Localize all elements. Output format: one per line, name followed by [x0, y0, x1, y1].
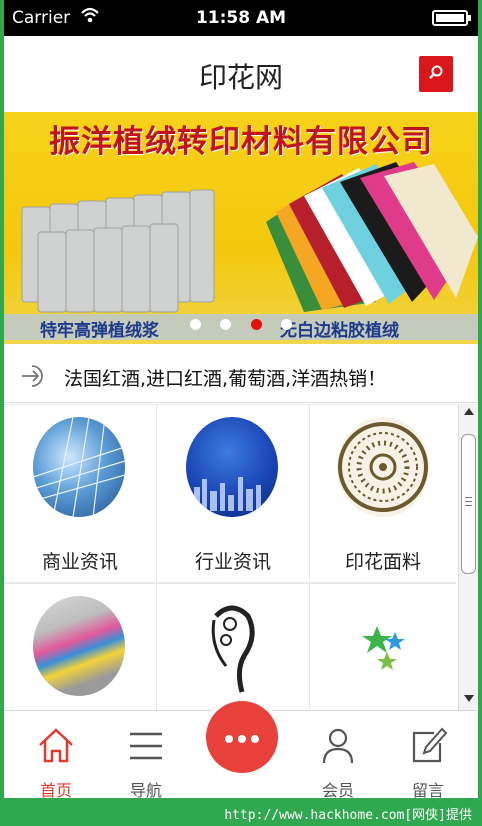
tab-label: 首页	[39, 781, 72, 798]
grid-item-green-stars[interactable]	[310, 584, 456, 710]
tab-label: 会员	[321, 781, 354, 798]
tab-label: 留言	[411, 781, 444, 798]
notice-bar[interactable]: 法国红酒,进口红酒,葡萄酒,洋酒热销！	[4, 348, 478, 403]
app-header: 印花网	[4, 36, 478, 112]
carousel-dot[interactable]	[220, 319, 232, 330]
business-news-icon	[33, 417, 125, 517]
battery-icon	[432, 10, 471, 26]
bottom-tab-bar: 首页 导航 会员 留言	[4, 697, 478, 798]
scroll-down-arrow-icon[interactable]	[464, 695, 474, 702]
notice-text: 法国红酒,进口红酒,葡萄酒,洋酒热销！	[64, 368, 387, 390]
grid-item-label: 印花面料	[344, 551, 421, 573]
banner-carousel[interactable]: 振洋植绒转印材料有限公司 特牢高弹植绒浆 无白边粘胶植绒	[4, 112, 478, 344]
app-screen: Carrier 11:58 AM 印花网 振洋植绒转印材料有限公司 特牢高弹植绒…	[4, 0, 478, 798]
grid-item-industry-news[interactable]: 行业资讯	[157, 405, 309, 582]
carousel-dot[interactable]	[280, 319, 292, 330]
color-ribbon-icon	[33, 596, 125, 696]
edit-icon	[412, 727, 448, 763]
search-button[interactable]	[419, 56, 453, 92]
user-icon	[322, 728, 354, 764]
carousel-indicator	[4, 315, 478, 334]
category-grid: 商业资讯 行业资讯 印花面料	[4, 404, 456, 710]
login-arrow-icon	[22, 365, 43, 387]
more-button[interactable]	[202, 697, 282, 777]
print-fabric-icon	[337, 417, 429, 517]
industry-news-icon	[186, 417, 278, 517]
green-stars-icon	[337, 596, 429, 696]
carousel-dot[interactable]	[190, 319, 202, 330]
watermark-bar: http://www.hackhome.com[网侠]提供	[0, 798, 482, 826]
search-icon	[429, 65, 443, 79]
status-time: 11:58 AM	[195, 8, 287, 28]
menu-icon	[130, 732, 162, 760]
scroll-thumb[interactable]	[461, 434, 476, 574]
scroll-up-arrow-icon[interactable]	[464, 408, 474, 415]
grid-item-color-ribbon[interactable]	[4, 584, 156, 710]
grid-scrollbar[interactable]	[458, 404, 478, 710]
grid-item-label: 商业资讯	[41, 551, 118, 573]
tab-label: 导航	[129, 781, 162, 798]
swan-pattern-icon	[186, 596, 278, 696]
more-dots-icon	[206, 701, 278, 773]
carousel-dot-active[interactable]	[250, 319, 262, 330]
grid-item-print-fabric[interactable]: 印花面料	[310, 405, 456, 582]
grid-item-label: 行业资讯	[194, 551, 271, 573]
page-title: 印花网	[198, 61, 283, 94]
home-icon	[39, 728, 73, 763]
grid-item-business-news[interactable]: 商业资讯	[4, 405, 156, 582]
banner-product-image	[21, 162, 478, 313]
watermark-text: http://www.hackhome.com[网侠]提供	[224, 808, 472, 823]
status-bar: Carrier 11:58 AM	[4, 0, 478, 36]
grid-item-swan-pattern[interactable]	[157, 584, 309, 710]
